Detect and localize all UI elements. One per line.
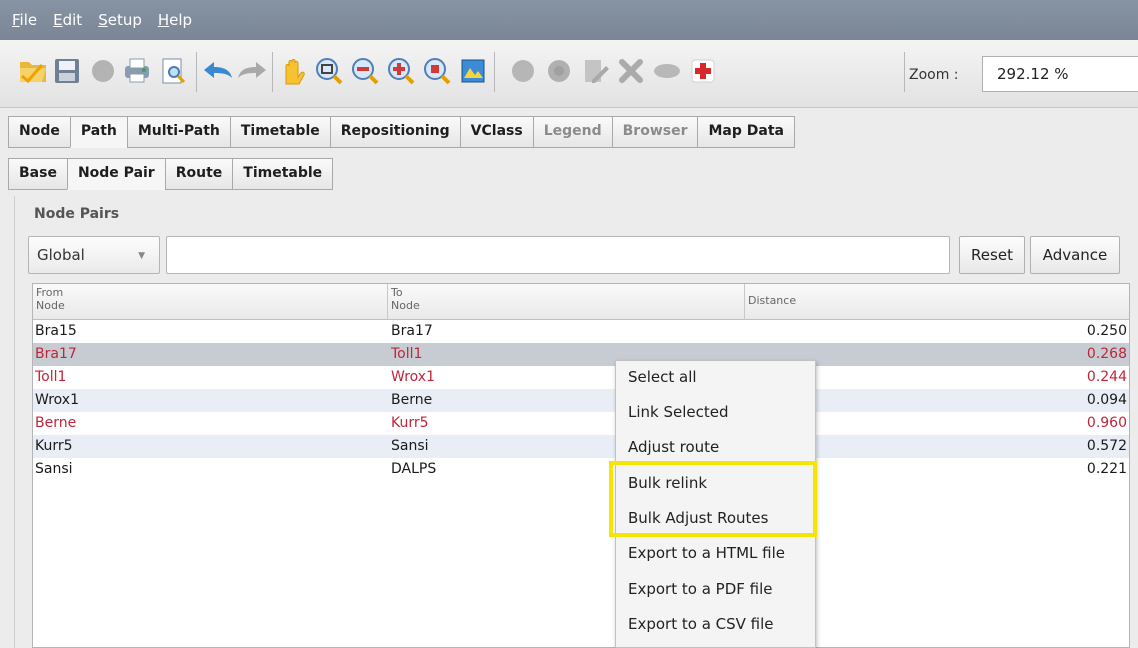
undo-icon[interactable] [200,54,234,88]
cell-from-node: Sansi [35,461,73,477]
table-row[interactable]: Wrox1 Berne 0.094 [33,389,1129,412]
menu-edit[interactable]: Edit [45,11,90,29]
cell-distance: 0.268 [1086,346,1127,362]
cell-distance: 0.094 [1086,392,1127,408]
primary-tab-bar: Node Path Multi-Path Timetable Repositio… [8,116,795,148]
print-icon[interactable] [120,54,154,88]
menu-item-select-all[interactable]: Select all [628,368,697,386]
node-pairs-table: From Node To Node Distance Bra15 Bra17 0.2… [32,283,1130,648]
tab-timetable[interactable]: Timetable [229,116,330,148]
column-header-distance[interactable]: Distance [745,284,1129,320]
table-row[interactable]: Bra15 Bra17 0.250 [33,320,1129,343]
cell-from-node: Kurr5 [35,438,73,454]
cell-to-node: Bra17 [391,323,433,339]
cell-distance: 0.960 [1086,415,1127,431]
cell-distance: 0.572 [1086,438,1127,454]
disabled-circle-icon [506,54,540,88]
tab-multi-path[interactable]: Multi-Path [126,116,230,148]
chevron-down-icon: ▼ [138,251,145,261]
menu-file[interactable]: File [4,11,45,29]
zoom-field[interactable]: 292.12 % [982,56,1138,92]
column-header-from[interactable]: From Node [33,284,388,320]
highlight-box [609,461,817,537]
tab-repositioning[interactable]: Repositioning [329,116,460,148]
cell-from-node: Bra15 [35,323,77,339]
toolbar-separator [904,52,905,92]
toolbar-separator [494,52,495,92]
disabled-edit-icon [578,54,612,88]
secondary-tab-bar: Base Node Pair Route Timetable [8,158,334,190]
save-icon[interactable] [50,54,84,88]
disabled-circle-icon [542,54,576,88]
advance-button[interactable]: Advance [1030,236,1120,274]
table-row[interactable]: Kurr5 Sansi 0.572 [33,435,1129,458]
subtab-base[interactable]: Base [8,158,67,190]
zoom-in-icon[interactable] [384,54,418,88]
pan-hand-icon[interactable] [276,54,310,88]
disabled-circle-icon [86,54,120,88]
menu-setup[interactable]: Setup [90,11,150,29]
cell-distance: 0.250 [1086,323,1127,339]
reset-button[interactable]: Reset [959,236,1025,274]
column-header-to[interactable]: To Node [388,284,745,320]
zoom-selection-icon[interactable] [420,54,454,88]
cell-from-node: Toll1 [35,369,67,385]
table-header: From Node To Node Distance [33,284,1129,320]
add-red-cross-icon[interactable] [686,54,720,88]
cell-to-node: Toll1 [391,346,423,362]
section-title: Node Pairs [34,206,120,222]
cell-from-node: Wrox1 [35,392,79,408]
scope-select[interactable]: Global ▼ [28,236,160,274]
menu-item-link-selected[interactable]: Link Selected [628,403,729,421]
tab-map-data[interactable]: Map Data [697,116,795,148]
table-row[interactable]: Sansi DALPS 0.221 [33,458,1129,481]
cell-from-node: Bra17 [35,346,77,362]
table-row[interactable]: Berne Kurr5 0.960 [33,412,1129,435]
menu-item-adjust-route[interactable]: Adjust route [628,438,719,456]
menu-item-export-pdf[interactable]: Export to a PDF file [628,580,773,598]
zoom-fit-icon[interactable] [312,54,346,88]
menu-item-export-csv[interactable]: Export to a CSV file [628,615,774,633]
menu-bar: File Edit Setup Help [0,0,1138,40]
table-row[interactable]: Toll1 Wrox1 0.244 [33,366,1129,389]
redo-icon [236,54,270,88]
tab-path[interactable]: Path [69,116,127,148]
cell-to-node: Sansi [391,438,429,454]
map-icon[interactable] [456,54,490,88]
zoom-label: Zoom : [909,67,959,83]
cell-to-node: Berne [391,392,433,408]
cell-to-node: Kurr5 [391,415,429,431]
disabled-ellipse-icon [650,54,684,88]
tab-browser: Browser [611,116,698,148]
disabled-delete-icon [614,54,648,88]
table-row[interactable]: Bra17 Toll1 0.268 [33,343,1129,366]
cell-to-node: DALPS [391,461,437,477]
scope-select-value: Global [37,246,85,264]
cell-to-node: Wrox1 [391,369,435,385]
toolbar-separator [196,52,197,92]
subtab-route[interactable]: Route [164,158,233,190]
menu-item-export-html[interactable]: Export to a HTML file [628,544,785,562]
open-folder-icon[interactable] [16,54,50,88]
subtab-node-pair[interactable]: Node Pair [66,158,165,190]
tab-legend: Legend [532,116,612,148]
tab-vclass[interactable]: VClass [459,116,533,148]
cell-from-node: Berne [35,415,77,431]
tab-node[interactable]: Node [8,116,70,148]
filter-input[interactable] [166,236,950,274]
menu-help[interactable]: Help [150,11,200,29]
cell-distance: 0.244 [1086,369,1127,385]
toolbar [0,40,1138,108]
print-preview-icon[interactable] [156,54,190,88]
subtab-timetable[interactable]: Timetable [232,158,334,190]
zoom-out-icon[interactable] [348,54,382,88]
toolbar-separator [272,52,273,92]
cell-distance: 0.221 [1086,461,1127,477]
